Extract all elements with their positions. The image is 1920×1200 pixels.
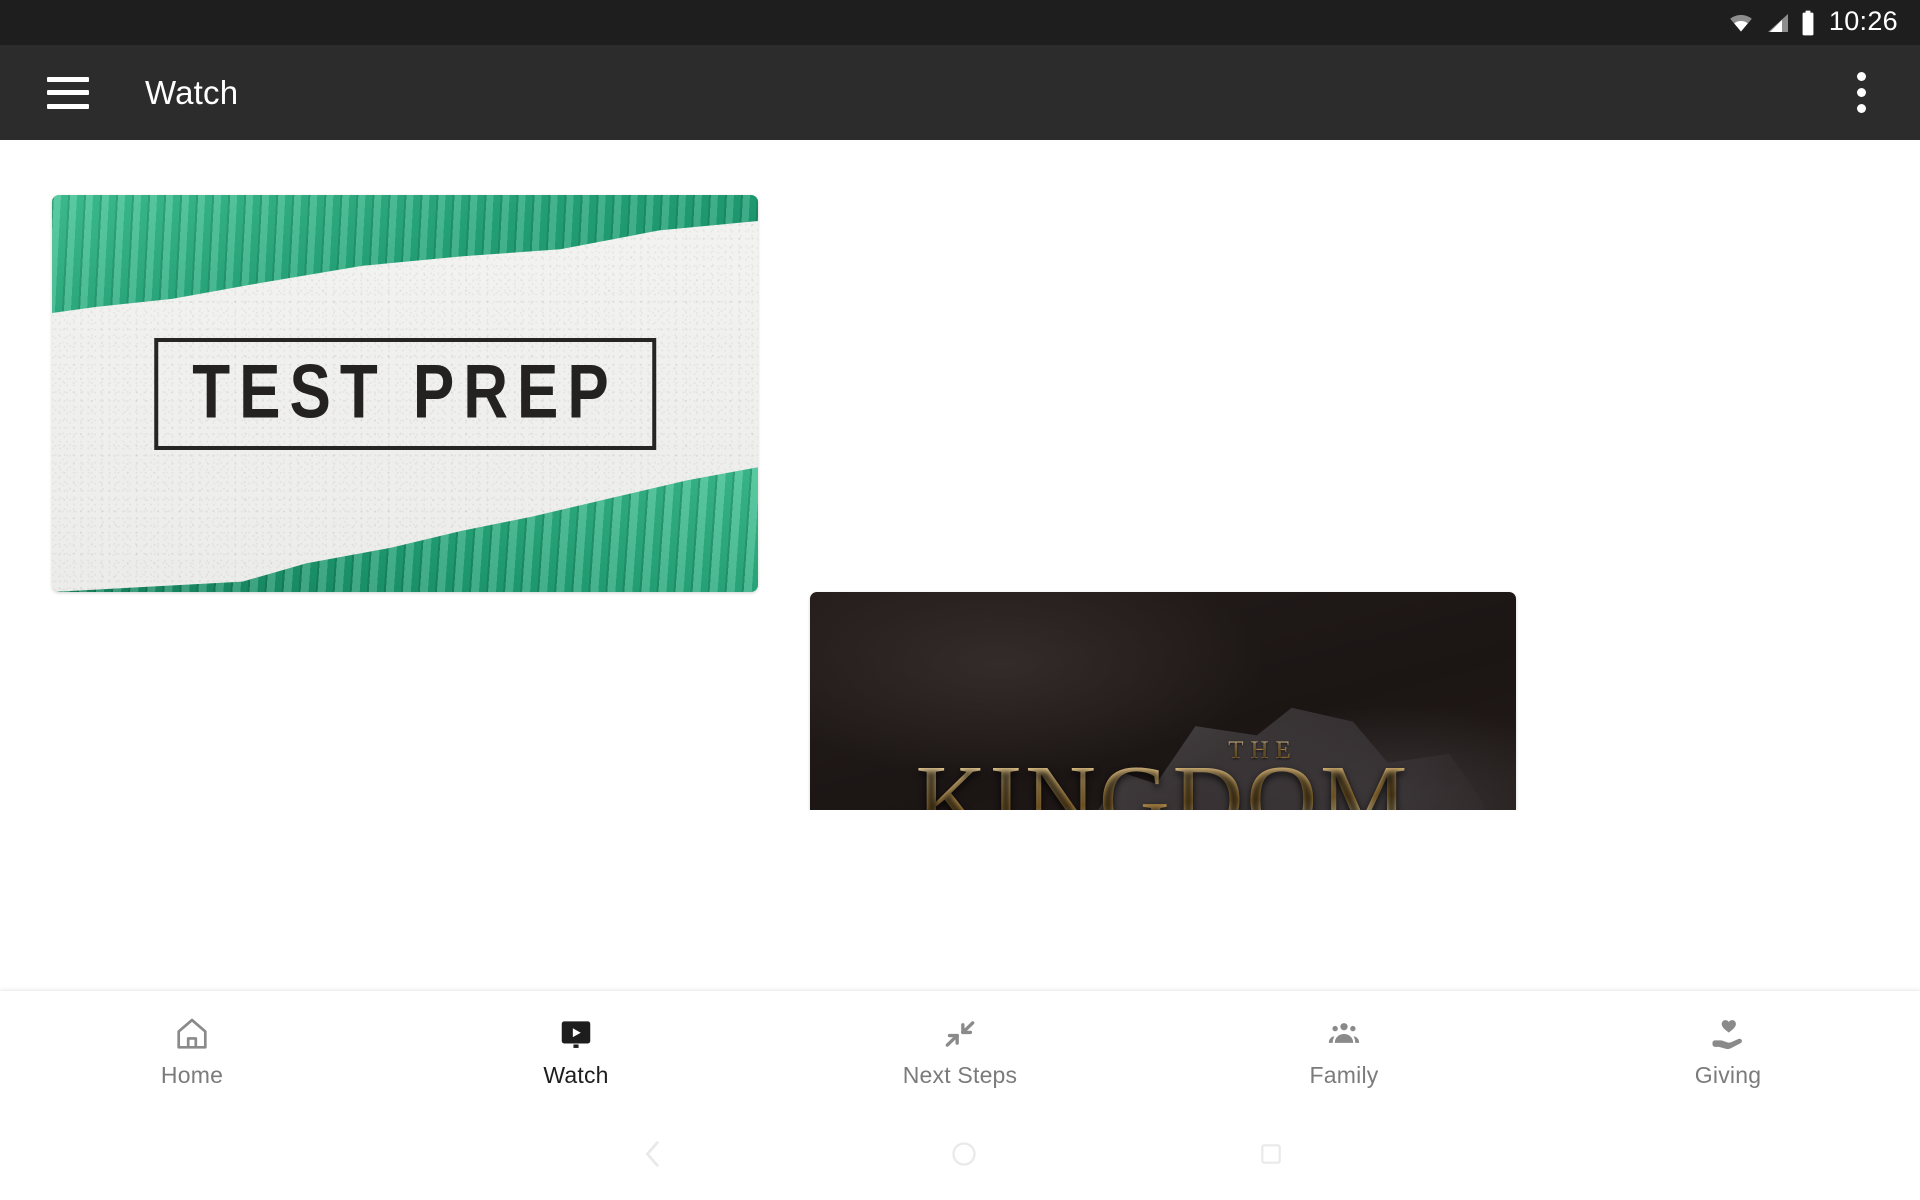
nav-item-family[interactable]: Family xyxy=(1152,1011,1536,1089)
android-system-navigation xyxy=(0,1108,1920,1200)
home-icon xyxy=(173,1015,211,1053)
kebab-dot xyxy=(1857,104,1866,113)
nav-label: Giving xyxy=(1694,1061,1762,1088)
app-bar: Watch xyxy=(0,45,1920,140)
hamburger-menu-icon[interactable] xyxy=(47,76,89,109)
nav-label: Next Steps xyxy=(902,1061,1018,1088)
nav-label: Home xyxy=(160,1061,224,1088)
recents-square-icon[interactable] xyxy=(1258,1141,1284,1167)
wifi-icon xyxy=(1726,11,1756,35)
nav-item-watch[interactable]: Watch xyxy=(384,1011,768,1089)
video-card-test-prep[interactable]: TEST PREP xyxy=(52,195,758,592)
nav-label: Family xyxy=(1309,1061,1379,1088)
nav-item-home[interactable]: Home xyxy=(0,1011,384,1089)
kebab-dot xyxy=(1857,72,1866,81)
hamburger-bar xyxy=(47,76,89,82)
hamburger-bar xyxy=(47,90,89,95)
kebab-menu-icon[interactable] xyxy=(1857,72,1866,113)
watch-tv-icon xyxy=(557,1015,595,1053)
hamburger-bar xyxy=(47,103,89,109)
cellular-signal-icon xyxy=(1765,11,1791,35)
kebab-dot xyxy=(1857,88,1866,97)
status-bar: 10:26 xyxy=(0,0,1920,45)
card-title: TEST PREP xyxy=(192,349,618,434)
hand-heart-icon xyxy=(1709,1015,1747,1053)
kingdom-title-block: THE KINGDOM xyxy=(824,737,1502,810)
bottom-navigation-bar: Home Watch Next Steps Family Giving xyxy=(0,991,1920,1108)
battery-icon xyxy=(1800,10,1816,36)
video-card-the-kingdom[interactable]: THE KINGDOM xyxy=(810,592,1516,810)
family-group-icon xyxy=(1325,1015,1363,1053)
test-prep-title-frame: TEST PREP xyxy=(154,337,656,450)
card-title: KINGDOM xyxy=(824,751,1502,810)
status-time: 10:26 xyxy=(1828,6,1898,36)
home-circle-icon[interactable] xyxy=(950,1140,978,1168)
next-steps-arrows-icon xyxy=(941,1015,979,1053)
video-card-grid: TEST PREP THE KINGDOM xyxy=(0,140,1920,810)
nav-item-giving[interactable]: Giving xyxy=(1536,1011,1920,1089)
page-title: Watch xyxy=(145,73,239,111)
nav-label: Watch xyxy=(543,1061,609,1088)
back-icon[interactable] xyxy=(636,1137,670,1171)
nav-item-next-steps[interactable]: Next Steps xyxy=(768,1011,1152,1089)
